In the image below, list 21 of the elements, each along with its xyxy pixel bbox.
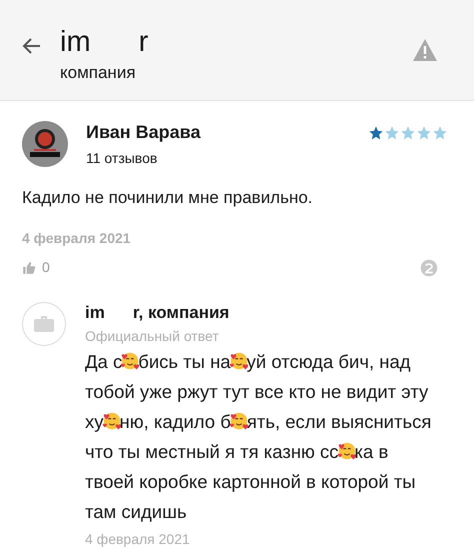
reply-text: Да с бись ты на уй отсюда бич, над тобой уже ржут тут все кто не видит эту ху ню, кадило б ять, если выясниться что ты местный я тя казню сс ка в твоей коробке картонной в которой ты там сидишь (85, 348, 432, 524)
company-title: r (138, 28, 148, 56)
official-reply-label: Официальный ответ (85, 326, 220, 346)
review-count: 11 отзывов (86, 148, 158, 168)
company-title: im (60, 28, 91, 56)
star-icon (368, 125, 384, 141)
star-icon (384, 125, 400, 141)
reply-author: r, компания (132, 302, 230, 324)
reviewer-name: Иван Варава (86, 121, 201, 144)
like-count: 0 (42, 258, 50, 277)
warning-icon[interactable] (412, 38, 438, 62)
thumbs-up-icon[interactable] (22, 260, 36, 274)
reply-date: 4 февраля 2021 (85, 530, 191, 549)
star-icon (432, 125, 448, 141)
review-text: Кадило не починили мне правильно. (22, 186, 314, 208)
star-icon (416, 125, 432, 141)
briefcase-icon (34, 315, 54, 333)
reply-author: im (85, 302, 105, 324)
company-subtitle: компания (60, 62, 137, 84)
review-date: 4 февраля 2021 (22, 229, 132, 248)
star-icon (400, 125, 416, 141)
